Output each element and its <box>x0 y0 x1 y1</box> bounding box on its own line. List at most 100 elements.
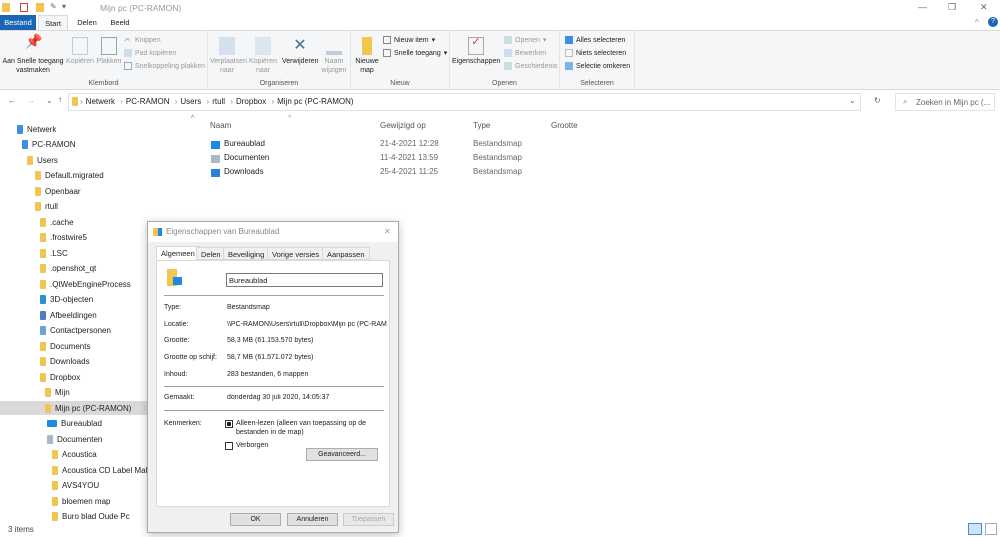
tree-item[interactable]: Netwerk <box>17 122 56 136</box>
refresh-icon[interactable]: ↻ <box>874 96 881 105</box>
breadcrumb-netwerk[interactable]: Netwerk <box>86 97 115 106</box>
readonly-checkbox[interactable] <box>225 420 233 428</box>
tree-item[interactable]: rtull <box>35 200 58 214</box>
breadcrumb-pc-ramon[interactable]: PC-RAMON <box>126 97 170 106</box>
new-item-button[interactable]: Nieuw item ▾ <box>383 36 435 44</box>
paste-icon <box>101 37 117 55</box>
column-grootte[interactable]: Grootte <box>551 121 578 130</box>
advanced-button[interactable]: Geavanceerd... <box>306 448 378 461</box>
select-none-button[interactable]: Niets selecteren <box>565 49 626 57</box>
customize-chevron-icon[interactable]: ▾ <box>62 2 66 11</box>
cut-button[interactable]: ✂ Knippen <box>124 36 161 45</box>
edit-button[interactable]: Bewerken <box>504 49 546 57</box>
folder-icon <box>72 97 78 106</box>
properties-button[interactable]: ✓ Eigenschappen <box>452 37 500 66</box>
tree-item-label: .frostwire5 <box>50 233 87 242</box>
tab-delen[interactable]: Delen <box>72 15 102 30</box>
tab-beveiliging[interactable]: Beveiliging <box>223 247 270 260</box>
column-type[interactable]: Type <box>473 121 490 130</box>
tree-item[interactable]: PC-RAMON <box>22 138 76 152</box>
minimize-button[interactable]: — <box>918 2 927 12</box>
breadcrumb-users[interactable]: Users <box>180 97 201 106</box>
copy-button[interactable]: Kopiëren <box>65 37 95 66</box>
details-view-button[interactable] <box>968 523 982 535</box>
column-gewijzigd-op[interactable]: Gewijzigd op <box>380 121 426 130</box>
tree-item[interactable]: Default.migrated <box>35 169 104 183</box>
tab-vorige-versies[interactable]: Vorige versies <box>267 247 325 260</box>
hidden-checkbox[interactable] <box>225 442 233 450</box>
delete-button[interactable]: ✕ Verwijderen <box>282 37 319 66</box>
tree-item[interactable]: .frostwire5 <box>40 231 87 245</box>
paste-shortcut-button[interactable]: Snelkoppeling plakken <box>124 62 205 70</box>
invert-selection-button[interactable]: Selectie omkeren <box>565 62 630 70</box>
tab-start[interactable]: Start <box>38 15 68 30</box>
new-folder-icon[interactable] <box>36 3 44 12</box>
tree-item[interactable]: .openshot_qt <box>40 262 96 276</box>
tree-item[interactable]: Users <box>27 153 58 167</box>
tab-beeld[interactable]: Beeld <box>105 15 135 30</box>
copy-to-button[interactable]: Kopiëren naar <box>246 37 280 75</box>
group-selecteren: Alles selecteren Niets selecteren Select… <box>560 31 635 89</box>
tree-item[interactable]: AVS4YOU <box>52 479 99 493</box>
dialog-title-bar: Eigenschappen van Bureaublad ✕ <box>148 222 398 242</box>
tree-item-label: Default.migrated <box>45 171 104 180</box>
tree-item[interactable]: Dropbox <box>40 370 80 384</box>
paste-button[interactable]: Plakken <box>96 37 122 66</box>
forward-button[interactable]: → <box>27 96 35 105</box>
move-to-button[interactable]: Verplaatsen naar <box>210 37 247 75</box>
tree-item[interactable]: Bureaublad <box>47 417 102 431</box>
tree-item[interactable]: .LSC <box>40 246 68 260</box>
pin-icon[interactable]: ✎ <box>50 2 57 11</box>
breadcrumb-mijn-pc[interactable]: Mijn pc (PC-RAMON) <box>277 97 353 106</box>
up-button[interactable]: ↑ <box>58 95 62 104</box>
breadcrumb-rtull[interactable]: rtull <box>212 97 225 106</box>
search-input[interactable]: ⌕ Zoeken in Mijn pc (... <box>895 93 995 111</box>
dialog-close-button[interactable]: ✕ <box>384 227 391 236</box>
tab-aanpassen[interactable]: Aanpassen <box>322 247 370 260</box>
tree-item[interactable]: .QtWebEngineProcess <box>40 277 131 291</box>
back-button[interactable]: ← <box>8 96 16 105</box>
breadcrumb-dropbox[interactable]: Dropbox <box>236 97 266 106</box>
file-row[interactable]: Downloads 25-4-2021 11:25 Bestandsmap <box>210 167 590 181</box>
maximize-button[interactable]: ❐ <box>948 2 956 13</box>
tree-item[interactable]: Contactpersonen <box>40 324 111 338</box>
collapse-ribbon-icon[interactable]: ^ <box>975 18 979 27</box>
column-naam[interactable]: Naam <box>210 121 231 130</box>
tab-delen[interactable]: Delen <box>196 247 226 260</box>
tree-item[interactable]: Afbeeldingen <box>40 308 97 322</box>
folder-name-input[interactable]: Bureaublad <box>226 273 383 287</box>
tree-item[interactable]: .cache <box>40 215 74 229</box>
tree-item[interactable]: Openbaar <box>35 184 81 198</box>
tree-item[interactable]: Acoustica <box>52 448 97 462</box>
tree-item[interactable]: Documenten <box>47 432 102 446</box>
tree-item[interactable]: Buro blad Oude Pc <box>52 510 130 524</box>
close-button[interactable]: ✕ <box>980 2 988 13</box>
help-icon[interactable]: ? <box>988 17 998 27</box>
recent-locations-chevron-icon[interactable]: ⌄ <box>46 96 53 105</box>
tab-bestand[interactable]: Bestand <box>0 15 36 30</box>
new-folder-button[interactable]: Nieuwe map <box>354 37 380 75</box>
file-row[interactable]: Bureaublad 21-4-2021 12:28 Bestandsmap <box>210 139 590 153</box>
file-row[interactable]: Documenten 11-4-2021 13:59 Bestandsmap <box>210 153 590 167</box>
tree-item[interactable]: Acoustica CD Label Mak <box>52 463 150 477</box>
folder-icon <box>40 233 46 242</box>
history-button[interactable]: Geschiedenis <box>504 62 557 70</box>
ok-button[interactable]: OK <box>230 513 281 526</box>
copy-path-button[interactable]: Pad kopiëren <box>124 49 176 57</box>
rename-button[interactable]: Naam wijzigen <box>320 37 348 75</box>
tree-item[interactable]: 3D-objecten <box>40 293 93 307</box>
large-icons-view-button[interactable] <box>985 523 997 535</box>
apply-button[interactable]: Toepassen <box>343 513 394 526</box>
quick-access-button[interactable]: Snelle toegang ▾ <box>383 49 447 57</box>
tree-item[interactable]: Downloads <box>40 355 90 369</box>
pin-quick-access-button[interactable]: 📌 Aan Snelle toegang vastmaken <box>2 34 64 75</box>
cancel-button[interactable]: Annuleren <box>287 513 338 526</box>
open-button[interactable]: Openen ▾ <box>504 36 546 44</box>
properties-icon[interactable] <box>20 3 28 12</box>
tree-item[interactable]: Mijn <box>45 386 70 400</box>
tree-item[interactable]: bloemen map <box>52 494 110 508</box>
address-dropdown-icon[interactable]: ⌄ <box>849 96 856 105</box>
select-all-button[interactable]: Alles selecteren <box>565 36 625 44</box>
tab-algemeen[interactable]: Algemeen <box>156 246 200 261</box>
tree-item[interactable]: Documents <box>40 339 90 353</box>
